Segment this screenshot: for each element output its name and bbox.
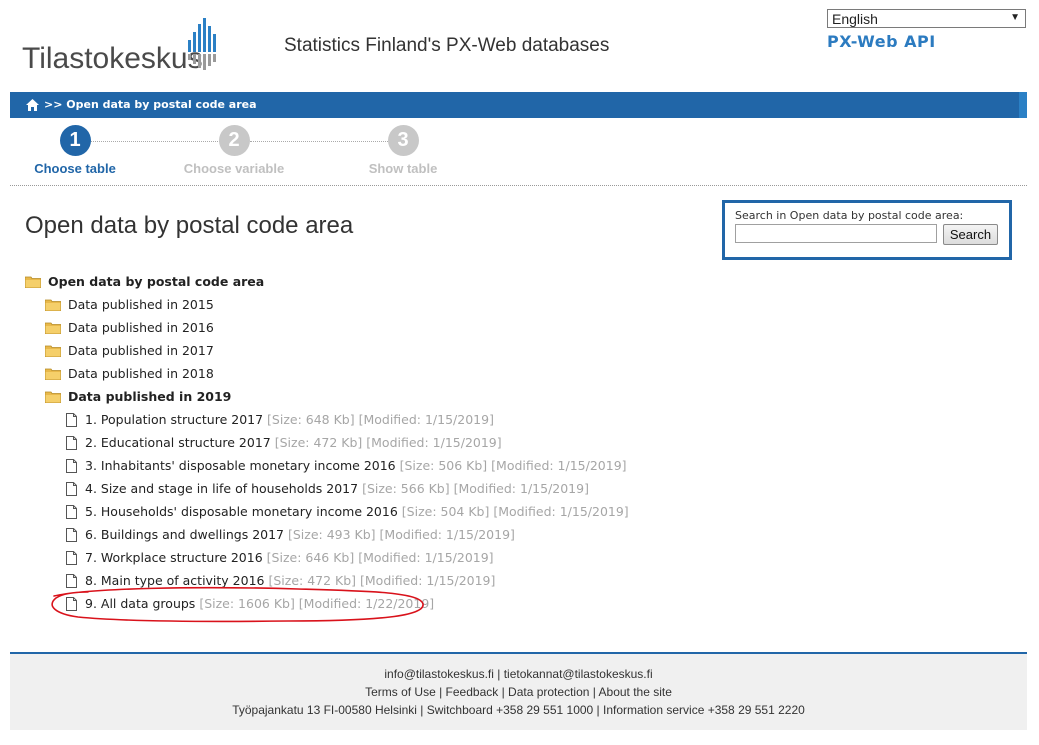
- table-item[interactable]: 7. Workplace structure 2016 [Size: 646 K…: [66, 549, 494, 569]
- folder-label: Data published in 2018: [68, 366, 214, 381]
- table-title[interactable]: 2. Educational structure 2017: [85, 435, 271, 450]
- table-meta: [Size: 1606 Kb] [Modified: 1/22/2019]: [199, 596, 435, 611]
- step-number: 3: [387, 125, 419, 156]
- breadcrumb: >> Open data by postal code area: [10, 92, 1027, 118]
- home-icon[interactable]: [26, 99, 39, 111]
- folder-open-icon: [44, 391, 62, 403]
- folder-icon: [44, 299, 62, 311]
- folder-icon: [24, 276, 42, 288]
- footer: info@tilastokeskus.fi | tietokannat@tila…: [10, 652, 1027, 730]
- folder-item-2015[interactable]: Data published in 2015: [44, 296, 214, 316]
- document-icon: [66, 435, 77, 450]
- table-meta: [Size: 493 Kb] [Modified: 1/15/2019]: [288, 527, 515, 542]
- table-meta: [Size: 472 Kb] [Modified: 1/15/2019]: [268, 573, 496, 588]
- logo-text: Tilastokeskus: [22, 42, 203, 75]
- language-select-value: English: [832, 11, 878, 27]
- table-item[interactable]: 6. Buildings and dwellings 2017 [Size: 4…: [66, 526, 515, 546]
- logo[interactable]: Tilastokeskus: [22, 18, 222, 75]
- table-item[interactable]: 5. Households' disposable monetary incom…: [66, 503, 629, 523]
- document-icon: [66, 504, 77, 519]
- table-item[interactable]: 1. Population structure 2017 [Size: 648 …: [66, 411, 494, 431]
- table-item[interactable]: 3. Inhabitants' disposable monetary inco…: [66, 457, 627, 477]
- folder-item-2018[interactable]: Data published in 2018: [44, 365, 214, 385]
- folder-item-2017[interactable]: Data published in 2017: [44, 342, 214, 362]
- footer-contact-emails[interactable]: info@tilastokeskus.fi | tietokannat@tila…: [10, 667, 1027, 681]
- table-meta: [Size: 566 Kb] [Modified: 1/15/2019]: [362, 481, 589, 496]
- document-icon: [66, 458, 77, 473]
- document-icon: [66, 412, 77, 427]
- step-indicator: 1 Choose table 2 Choose variable 3 Show …: [10, 125, 1027, 186]
- table-title[interactable]: 4. Size and stage in life of households …: [85, 481, 358, 496]
- folder-label: Data published in 2019: [68, 389, 232, 404]
- folder-label: Data published in 2017: [68, 343, 214, 358]
- document-icon: [66, 550, 77, 565]
- table-item[interactable]: 2. Educational structure 2017 [Size: 472…: [66, 434, 502, 454]
- table-meta: [Size: 504 Kb] [Modified: 1/15/2019]: [401, 504, 629, 519]
- folder-item-2016[interactable]: Data published in 2016: [44, 319, 214, 339]
- folder-icon: [44, 322, 62, 334]
- table-meta: [Size: 506 Kb] [Modified: 1/15/2019]: [399, 458, 627, 473]
- document-icon: [66, 596, 77, 611]
- step-label: Choose variable: [183, 161, 285, 176]
- step-label: Choose table: [34, 161, 116, 176]
- footer-address: Työpajankatu 13 FI-00580 Helsinki | Swit…: [232, 703, 805, 717]
- step-number: 1: [59, 125, 91, 156]
- table-item[interactable]: 8. Main type of activity 2016 [Size: 472…: [66, 572, 495, 592]
- footer-links[interactable]: Terms of Use | Feedback | Data protectio…: [10, 685, 1027, 699]
- search-label: Search in Open data by postal code area:: [735, 209, 964, 222]
- table-meta: [Size: 646 Kb] [Modified: 1/15/2019]: [266, 550, 494, 565]
- language-select[interactable]: English ▼: [827, 9, 1026, 28]
- table-meta: [Size: 648 Kb] [Modified: 1/15/2019]: [267, 412, 494, 427]
- step-label: Show table: [368, 161, 438, 176]
- site-title: Statistics Finland's PX-Web databases: [284, 35, 610, 56]
- table-title[interactable]: 9. All data groups: [85, 596, 195, 611]
- logo-bars-icon: [188, 18, 216, 70]
- step-show-table: 3 Show table: [353, 125, 453, 176]
- table-title[interactable]: 7. Workplace structure 2016: [85, 550, 263, 565]
- step-choose-variable: 2 Choose variable: [174, 125, 294, 176]
- search-input[interactable]: [735, 224, 937, 243]
- document-icon: [66, 573, 77, 588]
- folder-label: Data published in 2016: [68, 320, 214, 335]
- table-meta: [Size: 472 Kb] [Modified: 1/15/2019]: [274, 435, 502, 450]
- table-title[interactable]: 3. Inhabitants' disposable monetary inco…: [85, 458, 396, 473]
- folder-icon: [44, 345, 62, 357]
- page-title: Open data by postal code area: [25, 212, 354, 239]
- breadcrumb-link[interactable]: >> Open data by postal code area: [44, 98, 257, 111]
- folder-icon: [44, 368, 62, 380]
- table-item[interactable]: 4. Size and stage in life of households …: [66, 480, 589, 500]
- table-item[interactable]: 9. All data groups [Size: 1606 Kb] [Modi…: [66, 595, 434, 615]
- table-title[interactable]: 6. Buildings and dwellings 2017: [85, 527, 284, 542]
- step-choose-table[interactable]: 1 Choose table: [20, 125, 130, 176]
- document-icon: [66, 481, 77, 496]
- document-icon: [66, 527, 77, 542]
- folder-label: Data published in 2015: [68, 297, 214, 312]
- search-panel: Search in Open data by postal code area:…: [722, 200, 1012, 260]
- table-title[interactable]: 5. Households' disposable monetary incom…: [85, 504, 398, 519]
- search-button[interactable]: Search: [943, 224, 998, 245]
- tree-root[interactable]: Open data by postal code area: [24, 273, 265, 293]
- table-title[interactable]: 1. Population structure 2017: [85, 412, 263, 427]
- tree-root-label: Open data by postal code area: [48, 274, 265, 289]
- table-title[interactable]: 8. Main type of activity 2016: [85, 573, 265, 588]
- px-web-api-link[interactable]: PX-Web API: [827, 32, 936, 51]
- folder-item-2019[interactable]: Data published in 2019: [44, 388, 232, 408]
- step-number: 2: [218, 125, 250, 156]
- dropdown-arrow-icon: ▼: [1010, 12, 1020, 23]
